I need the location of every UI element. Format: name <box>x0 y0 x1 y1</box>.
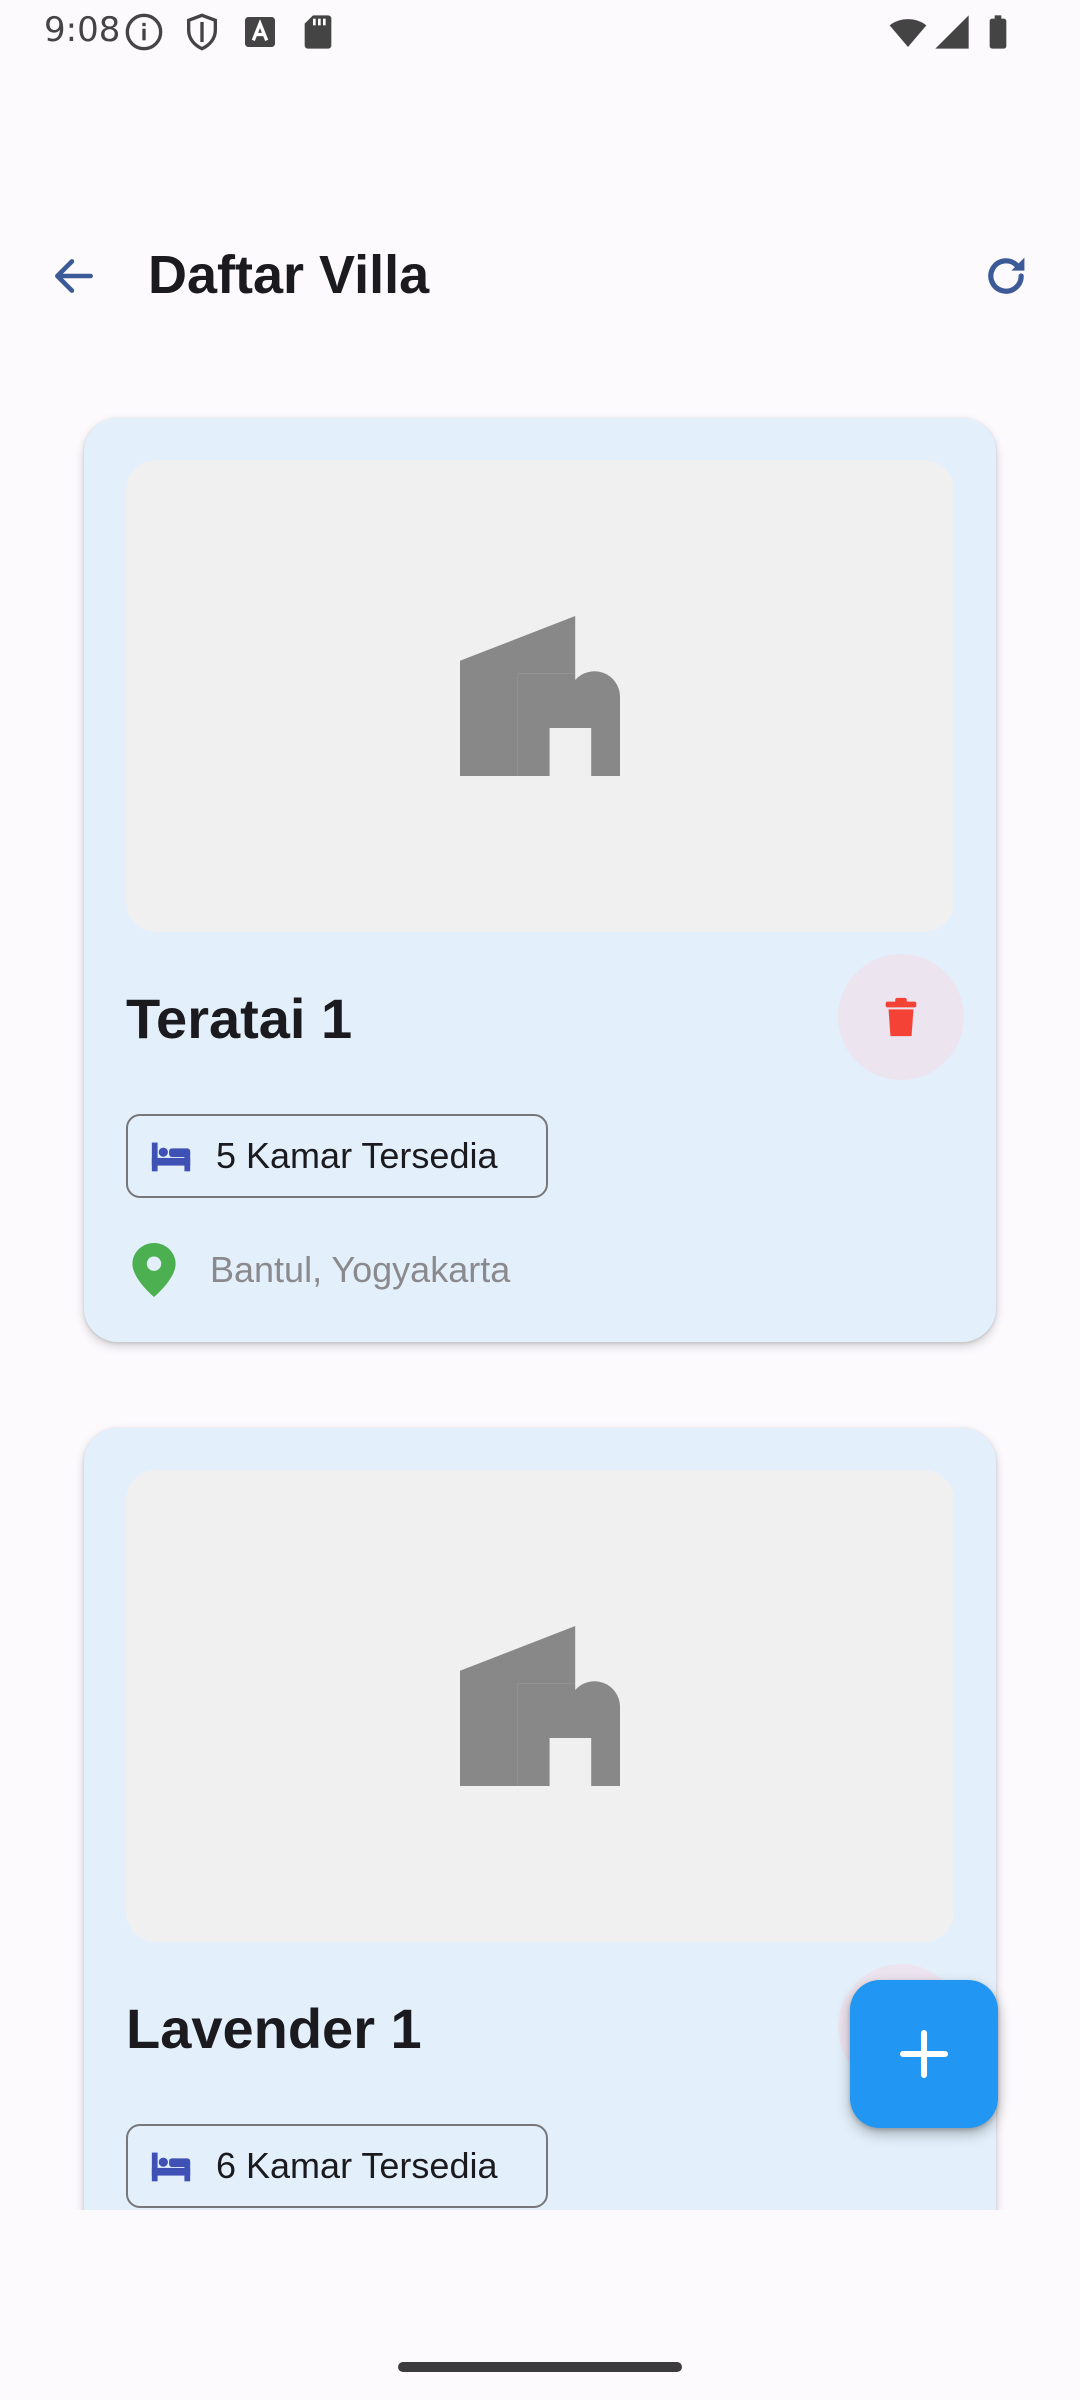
status-time: 9:08 <box>44 10 121 50</box>
location-pin-icon <box>132 1243 176 1297</box>
status-bar: 9:08 <box>0 0 1080 64</box>
room-count-label: 5 Kamar Tersedia <box>216 1135 498 1176</box>
bed-icon <box>151 1142 191 1172</box>
location-row: Bantul, Yogyakarta <box>132 1242 510 1298</box>
home-indicator[interactable] <box>398 2362 682 2372</box>
location-label: Bantul, Yogyakarta <box>210 1249 511 1290</box>
house-siding-icon <box>460 616 620 776</box>
add-icon <box>899 2029 949 2079</box>
villa-name: Lavender 1 <box>126 1997 422 2060</box>
house-siding-icon <box>460 1626 620 1786</box>
top-app-bar: Daftar Villa <box>0 210 1080 340</box>
font-icon <box>240 12 280 52</box>
shield-icon <box>182 12 222 52</box>
arrow-back-icon <box>55 259 93 293</box>
room-availability-chip: 6 Kamar Tersedia <box>126 2124 548 2208</box>
villa-name: Teratai 1 <box>126 987 353 1050</box>
battery-icon <box>978 12 1018 52</box>
wifi-icon <box>888 12 928 52</box>
villa-image-placeholder <box>126 1470 954 1942</box>
room-availability-chip: 5 Kamar Tersedia <box>126 1114 548 1198</box>
delete-button[interactable] <box>838 954 964 1080</box>
trash-icon <box>885 997 917 1037</box>
back-button[interactable] <box>38 240 110 312</box>
villa-list-screen: 9:08 Daftar Villa Teratai 1 5 Kamar Ters… <box>0 0 1080 2400</box>
bed-icon <box>151 2152 191 2182</box>
villa-image-placeholder <box>126 460 954 932</box>
info-icon <box>124 12 164 52</box>
add-villa-fab[interactable] <box>850 1980 998 2128</box>
sd-card-icon <box>298 12 338 52</box>
villa-list[interactable]: Teratai 1 5 Kamar Tersedia Bantul, Yogya… <box>0 380 1080 2210</box>
cell-signal-icon <box>932 12 972 52</box>
page-title: Daftar Villa <box>148 245 430 305</box>
villa-card[interactable]: Teratai 1 5 Kamar Tersedia Bantul, Yogya… <box>84 418 996 1342</box>
refresh-icon <box>988 257 1025 294</box>
refresh-button[interactable] <box>970 240 1042 312</box>
room-count-label: 6 Kamar Tersedia <box>216 2145 498 2186</box>
